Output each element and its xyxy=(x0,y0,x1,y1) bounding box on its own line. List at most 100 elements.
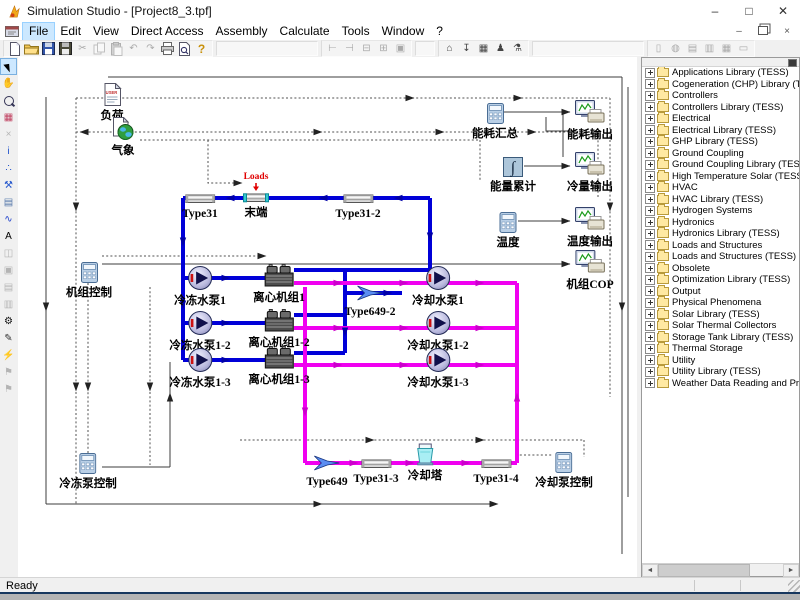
window-new-button[interactable]: ▯ xyxy=(650,42,667,56)
expand-icon[interactable] xyxy=(645,309,655,319)
layout-2-tool[interactable]: ▣ xyxy=(1,263,16,278)
tree-item-thermal-storage[interactable]: Thermal Storage xyxy=(642,343,799,355)
component-chw-pump-1-3[interactable]: 冷冻水泵1-3 xyxy=(169,347,230,390)
tree-item-loads-and-structures[interactable]: Loads and Structures xyxy=(642,240,799,252)
tree-item-solar-library-tess[interactable]: Solar Library (TESS) xyxy=(642,309,799,321)
maximize-button[interactable]: □ xyxy=(732,0,766,22)
report-button[interactable]: ▥ xyxy=(701,42,718,56)
expand-icon[interactable] xyxy=(645,344,655,354)
component-pipe-type31[interactable]: Type31 xyxy=(182,192,218,221)
same-height-button[interactable]: ⊞ xyxy=(375,42,392,56)
component-unit-control[interactable]: 机组控制 xyxy=(66,262,112,300)
menu-item-view[interactable]: View xyxy=(87,23,125,40)
export-button[interactable]: ▦ xyxy=(718,42,735,56)
tree-item-weather-data-reading-and-process[interactable]: Weather Data Reading and Process xyxy=(642,378,799,390)
layout-1-tool[interactable]: ◫ xyxy=(1,246,16,261)
scroll-left-button[interactable]: ◄ xyxy=(642,564,658,577)
cut-button[interactable]: ✂ xyxy=(74,42,91,56)
delete-tool[interactable]: × xyxy=(1,127,16,142)
print-output-button[interactable]: ▭ xyxy=(735,42,752,56)
same-width-button[interactable]: ⊟ xyxy=(358,42,375,56)
expand-icon[interactable] xyxy=(645,148,655,158)
expand-icon[interactable] xyxy=(645,102,655,112)
tree-item-high-temperature-solar-tess[interactable]: High Temperature Solar (TESS) xyxy=(642,171,799,183)
wrench-tool[interactable]: ⚒ xyxy=(1,178,16,193)
expand-icon[interactable] xyxy=(645,240,655,250)
tree-item-utility[interactable]: Utility xyxy=(642,355,799,367)
select-tool[interactable] xyxy=(1,59,16,74)
menu-item-edit[interactable]: Edit xyxy=(54,23,87,40)
component-terminal-unit[interactable]: Loads末端 xyxy=(243,173,269,219)
log-button[interactable]: ▤ xyxy=(684,42,701,56)
wizard-button[interactable]: ⚗ xyxy=(509,42,526,56)
tree-item-hydronics-library-tess[interactable]: Hydronics Library (TESS) xyxy=(642,228,799,240)
run-tool[interactable]: ⚡ xyxy=(1,348,16,363)
help-button[interactable]: ? xyxy=(193,42,210,56)
mdi-close-button[interactable]: × xyxy=(780,26,794,37)
info-tool[interactable]: i xyxy=(1,144,16,159)
save-project-button[interactable] xyxy=(57,42,74,56)
expand-icon[interactable] xyxy=(645,332,655,342)
tree-item-controllers[interactable]: Controllers xyxy=(642,90,799,102)
expand-icon[interactable] xyxy=(645,68,655,78)
tree-item-storage-tank-library-tess[interactable]: Storage Tank Library (TESS) xyxy=(642,332,799,344)
component-energy-summary[interactable]: 能耗汇总 xyxy=(472,103,518,141)
stamp-tool[interactable]: ▤ xyxy=(1,195,16,210)
component-button[interactable]: ♟ xyxy=(492,42,509,56)
scroll-right-button[interactable]: ► xyxy=(783,564,799,577)
component-pipe-type31-3[interactable]: Type31-3 xyxy=(353,457,398,486)
tree-item-ground-coupling[interactable]: Ground Coupling xyxy=(642,148,799,160)
expand-icon[interactable] xyxy=(645,229,655,239)
expand-icon[interactable] xyxy=(645,114,655,124)
info-window-button[interactable]: ◍ xyxy=(667,42,684,56)
tree-close-button[interactable] xyxy=(788,59,797,67)
component-cw-pump-1-3[interactable]: 冷却水泵1-3 xyxy=(407,347,468,390)
tree-item-electrical[interactable]: Electrical xyxy=(642,113,799,125)
expand-icon[interactable] xyxy=(645,91,655,101)
tree-item-hvac[interactable]: HVAC xyxy=(642,182,799,194)
paste-button[interactable] xyxy=(108,42,125,56)
tree-item-hydronics[interactable]: Hydronics xyxy=(642,217,799,229)
expand-icon[interactable] xyxy=(645,263,655,273)
expand-icon[interactable] xyxy=(645,275,655,285)
spreadsheet-button[interactable]: ▦ xyxy=(475,42,492,56)
scroll-track[interactable] xyxy=(658,564,783,576)
component-cooling-tower[interactable]: 冷却塔 xyxy=(408,443,443,483)
expand-icon[interactable] xyxy=(645,355,655,365)
grid-button[interactable]: ▣ xyxy=(392,42,409,56)
layout-3-tool[interactable]: ▤ xyxy=(1,280,16,295)
settings-tool[interactable]: ⚙ xyxy=(1,314,16,329)
component-cw-pump-1[interactable]: 冷却水泵1 xyxy=(412,265,464,308)
expand-icon[interactable] xyxy=(645,79,655,89)
menu-item-window[interactable]: Window xyxy=(376,23,431,40)
palette-tool[interactable]: ▦ xyxy=(1,110,16,125)
component-cooling-output[interactable]: 冷量输出 xyxy=(567,152,613,194)
expand-icon[interactable] xyxy=(645,367,655,377)
mdi-restore-button[interactable] xyxy=(756,24,770,38)
tree-item-electrical-library-tess[interactable]: Electrical Library (TESS) xyxy=(642,125,799,137)
probe-tool[interactable]: ∴ xyxy=(1,161,16,176)
expand-icon[interactable] xyxy=(645,171,655,181)
print-preview-button[interactable] xyxy=(176,42,193,56)
redo-button[interactable]: ↷ xyxy=(142,42,159,56)
tree-item-controllers-library-tess[interactable]: Controllers Library (TESS) xyxy=(642,102,799,114)
component-pipe-type31-2[interactable]: Type31-2 xyxy=(335,192,380,221)
component-energy-output[interactable]: 能耗输出 xyxy=(567,100,613,142)
component-chw-pump-control[interactable]: 冷冻泵控制 xyxy=(59,453,117,491)
menu-item-help[interactable]: ? xyxy=(430,23,449,40)
mdi-minimize-button[interactable]: – xyxy=(732,26,746,37)
expand-icon[interactable] xyxy=(645,160,655,170)
expand-icon[interactable] xyxy=(645,378,655,388)
minimize-button[interactable]: – xyxy=(698,0,732,22)
align-vertical-button[interactable]: ⊣ xyxy=(341,42,358,56)
tree-item-hvac-library-tess[interactable]: HVAC Library (TESS) xyxy=(642,194,799,206)
expand-icon[interactable] xyxy=(645,125,655,135)
zoom-tool[interactable] xyxy=(1,93,16,108)
tree-item-ground-coupling-library-tess[interactable]: Ground Coupling Library (TESS) xyxy=(642,159,799,171)
tree-item-cogeneration-chp-library-tess[interactable]: Cogeneration (CHP) Library (TESS) xyxy=(642,79,799,91)
download-button[interactable]: ↧ xyxy=(458,42,475,56)
expand-icon[interactable] xyxy=(645,217,655,227)
flag-a-tool[interactable]: ⚑ xyxy=(1,365,16,380)
pan-tool[interactable]: ✋ xyxy=(1,76,16,91)
component-temperature-output[interactable]: 温度输出 xyxy=(567,207,613,249)
